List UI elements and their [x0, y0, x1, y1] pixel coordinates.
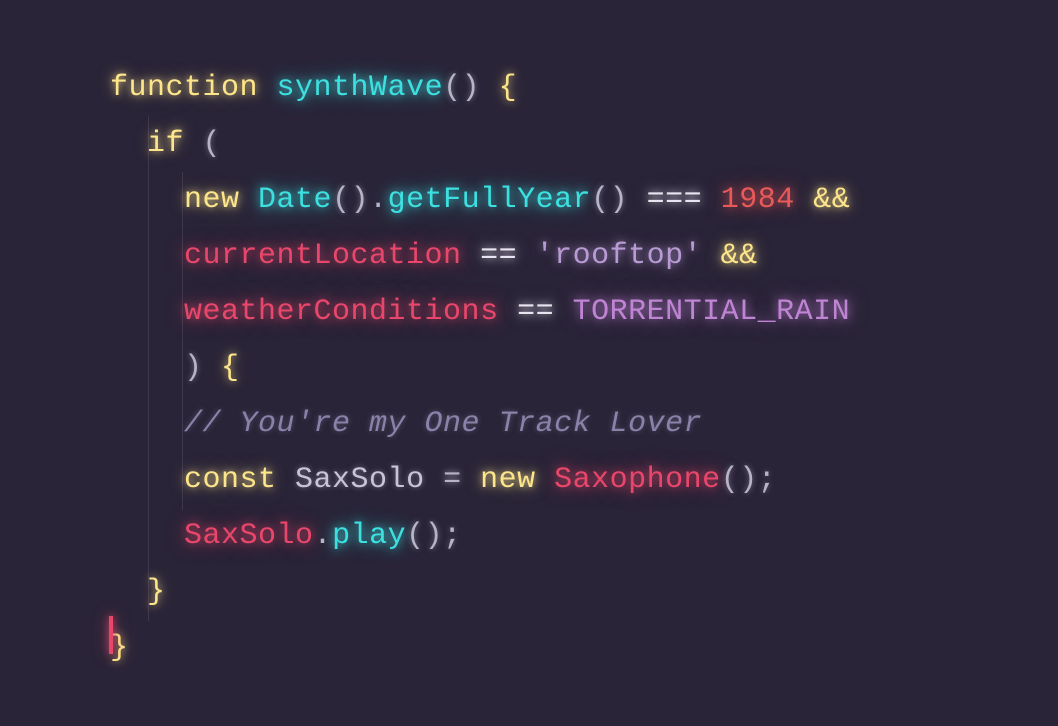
method-play: play: [332, 519, 406, 553]
code-line-7: // You're my One Track Lover: [110, 396, 1058, 452]
keyword-new: new: [480, 463, 536, 497]
variable-saxsolo: SaxSolo: [295, 463, 425, 497]
operator-strict-eq: ===: [647, 183, 703, 217]
code-line-4: currentLocation == 'rooftop' &&: [110, 228, 1058, 284]
method-getfullyear: getFullYear: [388, 183, 592, 217]
code-line-10: }: [110, 564, 1058, 620]
object-saxsolo: SaxSolo: [184, 519, 314, 553]
code-editor-block: function synthWave() { if ( new Date().g…: [0, 60, 1058, 676]
keyword-function: function: [110, 71, 258, 105]
string-literal-rooftop: 'rooftop': [536, 239, 703, 273]
operator-eq: ==: [517, 295, 554, 329]
text-cursor: [109, 616, 113, 654]
number-literal: 1984: [721, 183, 795, 217]
class-saxophone: Saxophone: [554, 463, 721, 497]
code-line-8: const SaxSolo = new Saxophone();: [110, 452, 1058, 508]
code-line-11: }: [110, 620, 1058, 676]
identifier-weatherconditions: weatherConditions: [184, 295, 499, 329]
keyword-if: if: [147, 127, 184, 161]
code-line-2: if (: [110, 116, 1058, 172]
operator-and: &&: [721, 239, 758, 273]
constant-torrential-rain: TORRENTIAL_RAIN: [573, 295, 851, 329]
keyword-const: const: [184, 463, 277, 497]
code-line-5: weatherConditions == TORRENTIAL_RAIN: [110, 284, 1058, 340]
comment-one-track-lover: // You're my One Track Lover: [184, 407, 702, 441]
code-line-9: SaxSolo.play();: [110, 508, 1058, 564]
function-name: synthWave: [277, 71, 444, 105]
operator-eq: ==: [480, 239, 517, 273]
code-line-6: ) {: [110, 340, 1058, 396]
identifier-currentlocation: currentLocation: [184, 239, 462, 273]
operator-and: &&: [813, 183, 850, 217]
code-line-1: function synthWave() {: [110, 60, 1058, 116]
class-date: Date: [258, 183, 332, 217]
keyword-new: new: [184, 183, 240, 217]
code-line-3: new Date().getFullYear() === 1984 &&: [110, 172, 1058, 228]
